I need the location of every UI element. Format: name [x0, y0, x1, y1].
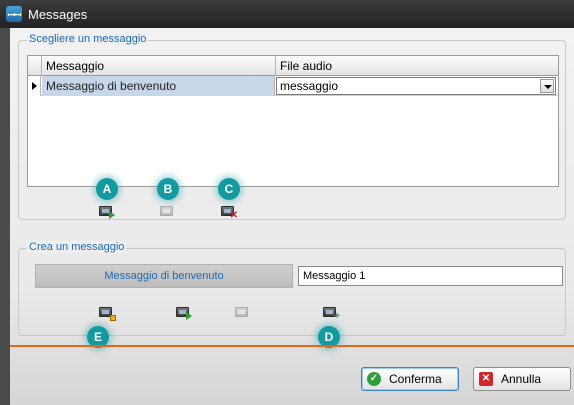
cell-message[interactable]: Messaggio di benvenuto [42, 76, 275, 96]
choose-message-group: Scegliere un messaggio Messaggio File au… [18, 33, 566, 221]
copy-new-message-icon[interactable] [235, 306, 251, 320]
edit-message-icon[interactable] [99, 306, 116, 321]
choose-message-legend: Scegliere un messaggio [27, 33, 149, 45]
create-message-legend: Crea un messaggio [27, 241, 127, 253]
copy-message-icon[interactable] [160, 205, 176, 219]
callout-a: A [96, 178, 118, 200]
check-icon: ✓ [367, 372, 381, 386]
message-name-label: Messaggio di benvenuto [35, 264, 293, 288]
table-row[interactable]: Messaggio di benvenuto messaggio [28, 76, 558, 96]
cancel-button-label: Annulla [501, 372, 542, 386]
play-new-message-icon[interactable] [176, 306, 192, 320]
orange-divider [10, 345, 574, 347]
create-message-group: Crea un messaggio Messaggio di benvenuto… [18, 241, 566, 348]
messages-table[interactable]: Messaggio File audio Messaggio di benven… [27, 55, 559, 187]
table-header: Messaggio File audio [28, 56, 558, 76]
delete-message-icon[interactable]: ✕ [221, 205, 238, 221]
add-message-icon[interactable]: + [323, 306, 340, 322]
audio-file-select[interactable]: messaggio [276, 77, 556, 95]
row-header-corner [28, 56, 42, 76]
window-title: Messages [28, 6, 88, 22]
cancel-button[interactable]: ✕ Annulla [473, 367, 571, 391]
window-client-area: Scegliere un messaggio Messaggio File au… [10, 28, 574, 405]
row-selector-arrow-icon[interactable] [28, 76, 41, 96]
messages-window: ꟷꟷ Messages Scegliere un messaggio Messa… [0, 0, 574, 405]
audio-file-value: messaggio [280, 79, 339, 93]
confirm-button[interactable]: ✓ Conferma [361, 367, 459, 391]
callout-c: C [218, 178, 240, 200]
column-header-message[interactable]: Messaggio [42, 56, 276, 76]
play-message-icon[interactable] [99, 205, 115, 219]
message-name-input[interactable] [298, 266, 563, 286]
column-header-audio-file[interactable]: File audio [276, 56, 558, 76]
close-icon: ✕ [479, 372, 493, 386]
app-icon: ꟷꟷ [6, 6, 22, 22]
chevron-down-icon[interactable] [540, 79, 554, 93]
confirm-button-label: Conferma [389, 372, 442, 386]
title-bar: ꟷꟷ Messages [0, 0, 574, 28]
callout-b: B [157, 178, 179, 200]
